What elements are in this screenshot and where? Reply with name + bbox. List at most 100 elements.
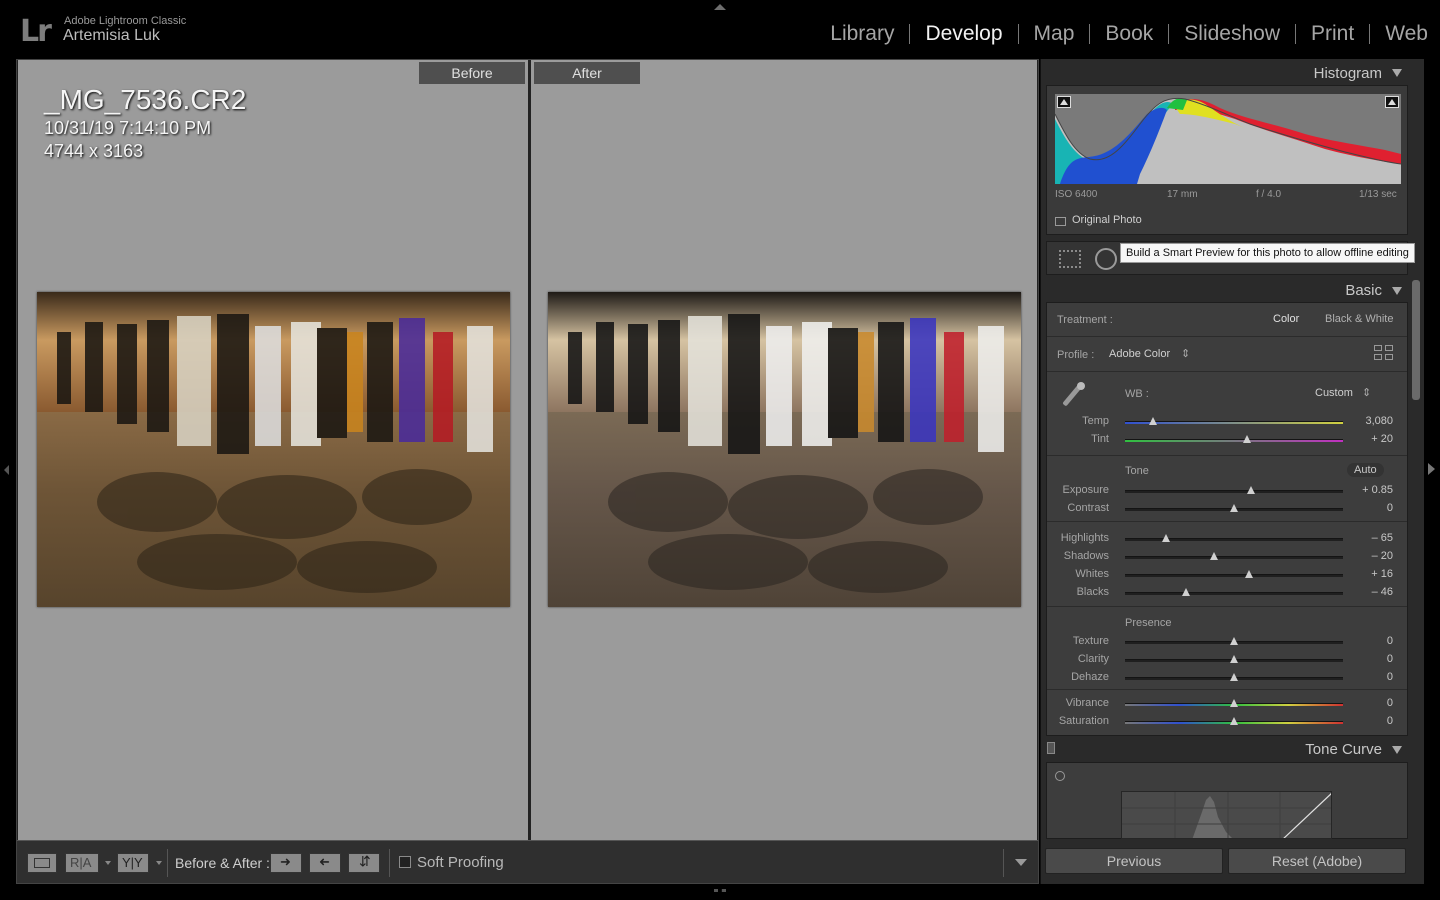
before-photo[interactable]	[37, 292, 510, 607]
highlights-value[interactable]: – 65	[1372, 532, 1393, 544]
tone-curve-collapse-icon[interactable]	[1392, 746, 1402, 754]
spot-removal-icon[interactable]	[1095, 248, 1117, 270]
collapse-right-panel-icon[interactable]	[1428, 463, 1435, 475]
right-panel: Histogram ISO 6400 17 mm f / 4.0 1/13 se…	[1040, 59, 1424, 884]
original-photo-label: Original Photo	[1072, 214, 1142, 226]
clarity-value[interactable]: 0	[1387, 653, 1393, 665]
tint-value[interactable]: + 20	[1371, 433, 1393, 445]
filmstrip-toggle-icon[interactable]	[714, 889, 726, 895]
saturation-label: Saturation	[1058, 715, 1109, 727]
histogram-collapse-icon[interactable]	[1392, 69, 1402, 77]
soft-proofing-checkbox[interactable]	[399, 856, 411, 868]
info-overlay: _MG_7536.CR2 10/31/19 7:14:10 PM 4744 x …	[44, 84, 246, 162]
tint-slider-thumb[interactable]	[1243, 435, 1252, 443]
highlight-clipping-icon[interactable]	[1385, 96, 1399, 108]
after-photo[interactable]	[548, 292, 1021, 607]
tint-slider[interactable]	[1125, 435, 1343, 443]
reset-button[interactable]: Reset (Adobe)	[1228, 848, 1406, 874]
collapse-top-panel-icon[interactable]	[714, 4, 726, 10]
before-after-view-button[interactable]: Y|Y	[117, 853, 149, 873]
profile-browser-grid-icon[interactable]	[1374, 345, 1394, 361]
vibrance-value[interactable]: 0	[1387, 697, 1393, 709]
previous-button[interactable]: Previous	[1045, 848, 1223, 874]
blacks-slider[interactable]	[1125, 588, 1343, 596]
app-name: Adobe Lightroom Classic	[64, 15, 187, 27]
profile-select-arrows-icon[interactable]: ⇕	[1181, 347, 1190, 360]
loupe-view-button[interactable]	[27, 853, 57, 873]
expand-left-panel-icon[interactable]	[4, 465, 9, 475]
tint-label: Tint	[1091, 433, 1109, 445]
profile-label: Profile :	[1057, 349, 1095, 361]
blacks-slider-thumb[interactable]	[1182, 588, 1191, 596]
dehaze-slider[interactable]	[1125, 673, 1343, 681]
wb-select-arrows-icon[interactable]: ⇕	[1362, 386, 1371, 399]
highlights-slider-thumb[interactable]	[1162, 534, 1171, 542]
module-library[interactable]: Library	[815, 23, 911, 44]
temp-slider[interactable]	[1125, 417, 1343, 425]
wb-select[interactable]: Custom	[1315, 387, 1353, 399]
wb-eyedropper-icon[interactable]	[1057, 380, 1089, 412]
vibrance-slider-thumb[interactable]	[1230, 699, 1238, 707]
contrast-value[interactable]: 0	[1387, 502, 1393, 514]
whites-slider[interactable]	[1125, 570, 1343, 578]
whites-slider-thumb[interactable]	[1245, 570, 1254, 578]
blacks-label: Blacks	[1076, 586, 1109, 598]
dehaze-slider-thumb[interactable]	[1230, 673, 1238, 681]
exposure-slider-thumb[interactable]	[1247, 486, 1256, 494]
copy-before-to-after-button[interactable]: ➜	[270, 853, 302, 873]
basic-collapse-icon[interactable]	[1392, 287, 1402, 295]
shadows-value[interactable]: – 20	[1372, 550, 1393, 562]
module-print[interactable]: Print	[1296, 23, 1371, 44]
right-panel-scrollbar[interactable]	[1412, 280, 1420, 400]
histogram-iso: ISO 6400	[1055, 189, 1098, 200]
module-book[interactable]: Book	[1090, 23, 1170, 44]
clarity-slider[interactable]	[1125, 655, 1343, 663]
shadow-clipping-icon[interactable]	[1057, 96, 1071, 108]
profile-select[interactable]: Adobe Color	[1109, 348, 1170, 360]
saturation-slider[interactable]	[1125, 717, 1343, 725]
saturation-value[interactable]: 0	[1387, 715, 1393, 727]
module-map[interactable]: Map	[1019, 23, 1091, 44]
toolbar-options-icon[interactable]	[1015, 859, 1027, 866]
module-slideshow[interactable]: Slideshow	[1169, 23, 1296, 44]
shadows-slider[interactable]	[1125, 552, 1343, 560]
swap-before-after-button[interactable]: ⇵	[348, 853, 380, 873]
histogram-panel-title[interactable]: Histogram	[1314, 65, 1382, 82]
saturation-slider-thumb[interactable]	[1230, 717, 1238, 725]
temp-slider-thumb[interactable]	[1149, 417, 1158, 425]
tone-curve-toggle-icon[interactable]	[1047, 742, 1055, 754]
contrast-slider[interactable]	[1125, 504, 1343, 512]
clarity-slider-thumb[interactable]	[1230, 655, 1238, 663]
texture-value[interactable]: 0	[1387, 635, 1393, 647]
auto-tone-button[interactable]: Auto	[1347, 463, 1384, 477]
tone-curve-graph[interactable]	[1121, 791, 1332, 839]
reference-view-dropdown-icon[interactable]	[105, 861, 111, 865]
vibrance-slider[interactable]	[1125, 699, 1343, 707]
highlights-slider[interactable]	[1125, 534, 1343, 542]
original-photo-checkbox[interactable]	[1055, 217, 1066, 226]
targeted-adjustment-icon[interactable]	[1055, 771, 1065, 781]
basic-panel-title[interactable]: Basic	[1345, 282, 1382, 299]
texture-slider[interactable]	[1125, 637, 1343, 645]
module-develop[interactable]: Develop	[910, 23, 1019, 44]
exposure-slider[interactable]	[1125, 486, 1343, 494]
reference-view-button[interactable]: R|A	[65, 853, 99, 873]
wb-label: WB :	[1125, 388, 1149, 400]
treatment-bw-option[interactable]: Black & White	[1325, 313, 1393, 325]
whites-value[interactable]: + 16	[1371, 568, 1393, 580]
texture-slider-thumb[interactable]	[1230, 637, 1238, 645]
module-web[interactable]: Web	[1370, 23, 1428, 44]
contrast-slider-thumb[interactable]	[1230, 504, 1238, 512]
before-after-dropdown-icon[interactable]	[156, 861, 162, 865]
dehaze-value[interactable]: 0	[1387, 671, 1393, 683]
crop-overlay-icon[interactable]	[1059, 250, 1081, 268]
histogram[interactable]	[1055, 94, 1401, 184]
treatment-color-option[interactable]: Color	[1273, 313, 1299, 325]
shadows-slider-thumb[interactable]	[1210, 552, 1219, 560]
blacks-value[interactable]: – 46	[1372, 586, 1393, 598]
exposure-value[interactable]: + 0.85	[1362, 484, 1393, 496]
temp-label: Temp	[1082, 415, 1109, 427]
copy-after-to-before-button[interactable]: ➜	[309, 853, 341, 873]
temp-value[interactable]: 3,080	[1365, 415, 1393, 427]
tone-curve-panel-title[interactable]: Tone Curve	[1305, 741, 1382, 758]
